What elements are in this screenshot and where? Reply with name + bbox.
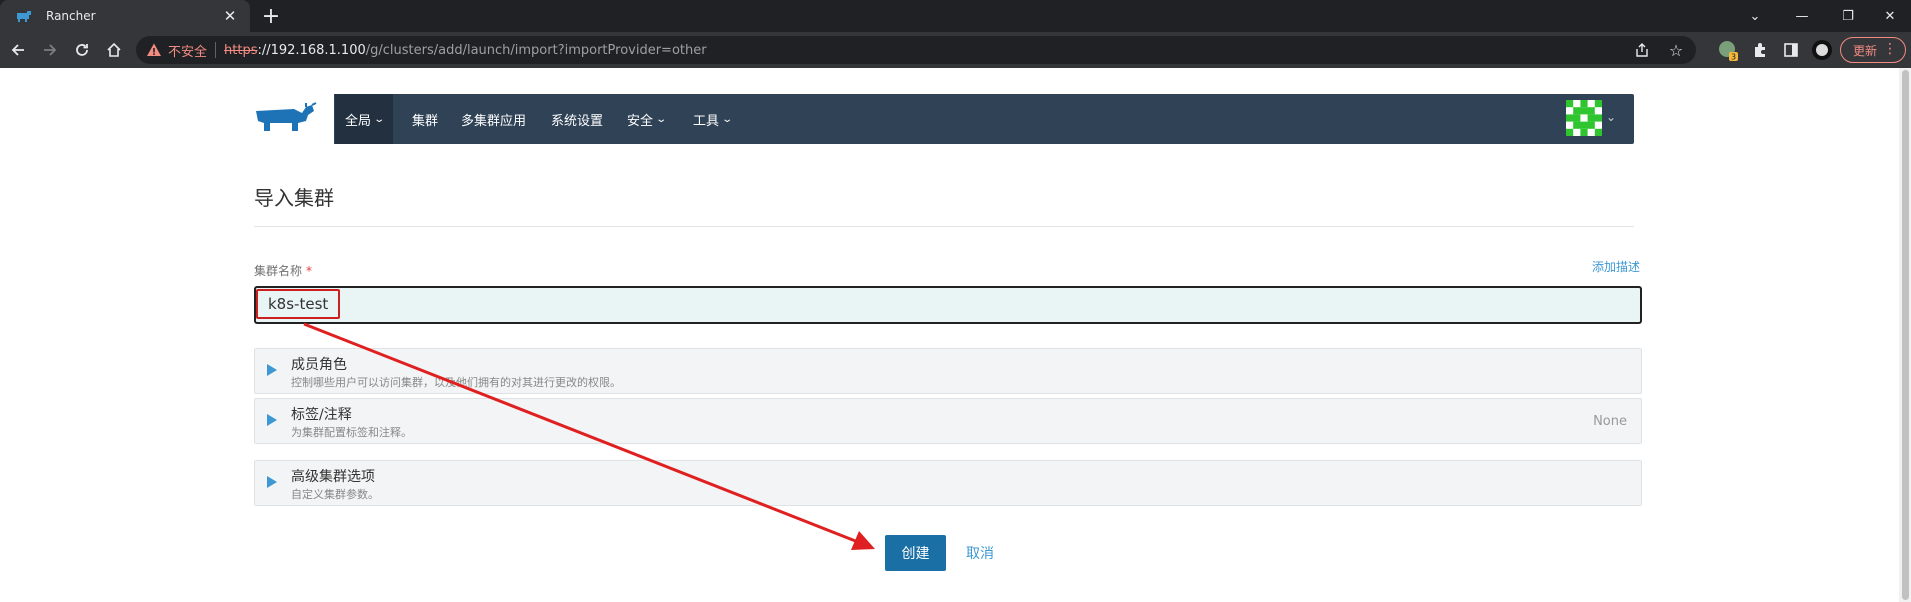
- annotation-arrow-line: [303, 322, 859, 544]
- profile-avatar-icon[interactable]: [1810, 38, 1834, 62]
- reload-icon[interactable]: [70, 38, 94, 62]
- menu-dots-icon[interactable]: ⋮: [1883, 41, 1897, 57]
- url-host: ://192.168.1.100: [257, 42, 366, 58]
- restore-icon[interactable]: ❐: [1825, 0, 1871, 32]
- browser-tab[interactable]: Rancher ✕: [0, 0, 250, 32]
- home-icon[interactable]: [102, 38, 126, 62]
- warning-icon: [147, 43, 161, 56]
- browser-tab-strip: Rancher ✕ + ⌄ — ❐ ✕: [0, 0, 1911, 32]
- extension-badge: 3: [1731, 53, 1736, 62]
- extension-avatar-icon[interactable]: 3: [1716, 38, 1740, 62]
- update-label: 更新: [1853, 43, 1878, 58]
- omnibox-divider: [215, 42, 217, 58]
- tab-close-icon[interactable]: ✕: [220, 7, 240, 25]
- new-tab-icon[interactable]: +: [258, 3, 284, 29]
- update-button[interactable]: 更新 ⋮: [1840, 37, 1906, 63]
- annotation-arrow: [303, 322, 875, 550]
- url-scheme: https: [224, 42, 258, 58]
- window-close-icon[interactable]: ✕: [1867, 0, 1911, 32]
- share-icon[interactable]: [1632, 40, 1652, 60]
- browser-toolbar: 不安全 https ://192.168.1.100 /g/clusters/a…: [0, 32, 1911, 68]
- back-icon[interactable]: [6, 38, 30, 62]
- forward-icon[interactable]: [38, 38, 62, 62]
- extensions-puzzle-icon[interactable]: [1748, 38, 1772, 62]
- page-viewport: 全局 ⌄ 集群 多集群应用 系统设置 安全 ⌄ 工具 ⌄ ⌄ 导入集群 集群名称…: [0, 68, 1899, 602]
- url-path: /g/clusters/add/launch/import?importProv…: [365, 42, 707, 58]
- tab-title: Rancher: [46, 9, 96, 23]
- tab-search-icon[interactable]: ⌄: [1732, 0, 1778, 32]
- bookmark-star-icon[interactable]: ☆: [1666, 40, 1686, 60]
- insecure-label: 不安全: [168, 44, 208, 60]
- address-bar[interactable]: 不安全 https ://192.168.1.100 /g/clusters/a…: [136, 36, 1696, 64]
- rancher-favicon-icon: [17, 11, 31, 22]
- scrollbar-thumb[interactable]: [1902, 70, 1909, 600]
- minimize-icon[interactable]: —: [1779, 0, 1825, 32]
- side-panel-icon[interactable]: [1779, 38, 1803, 62]
